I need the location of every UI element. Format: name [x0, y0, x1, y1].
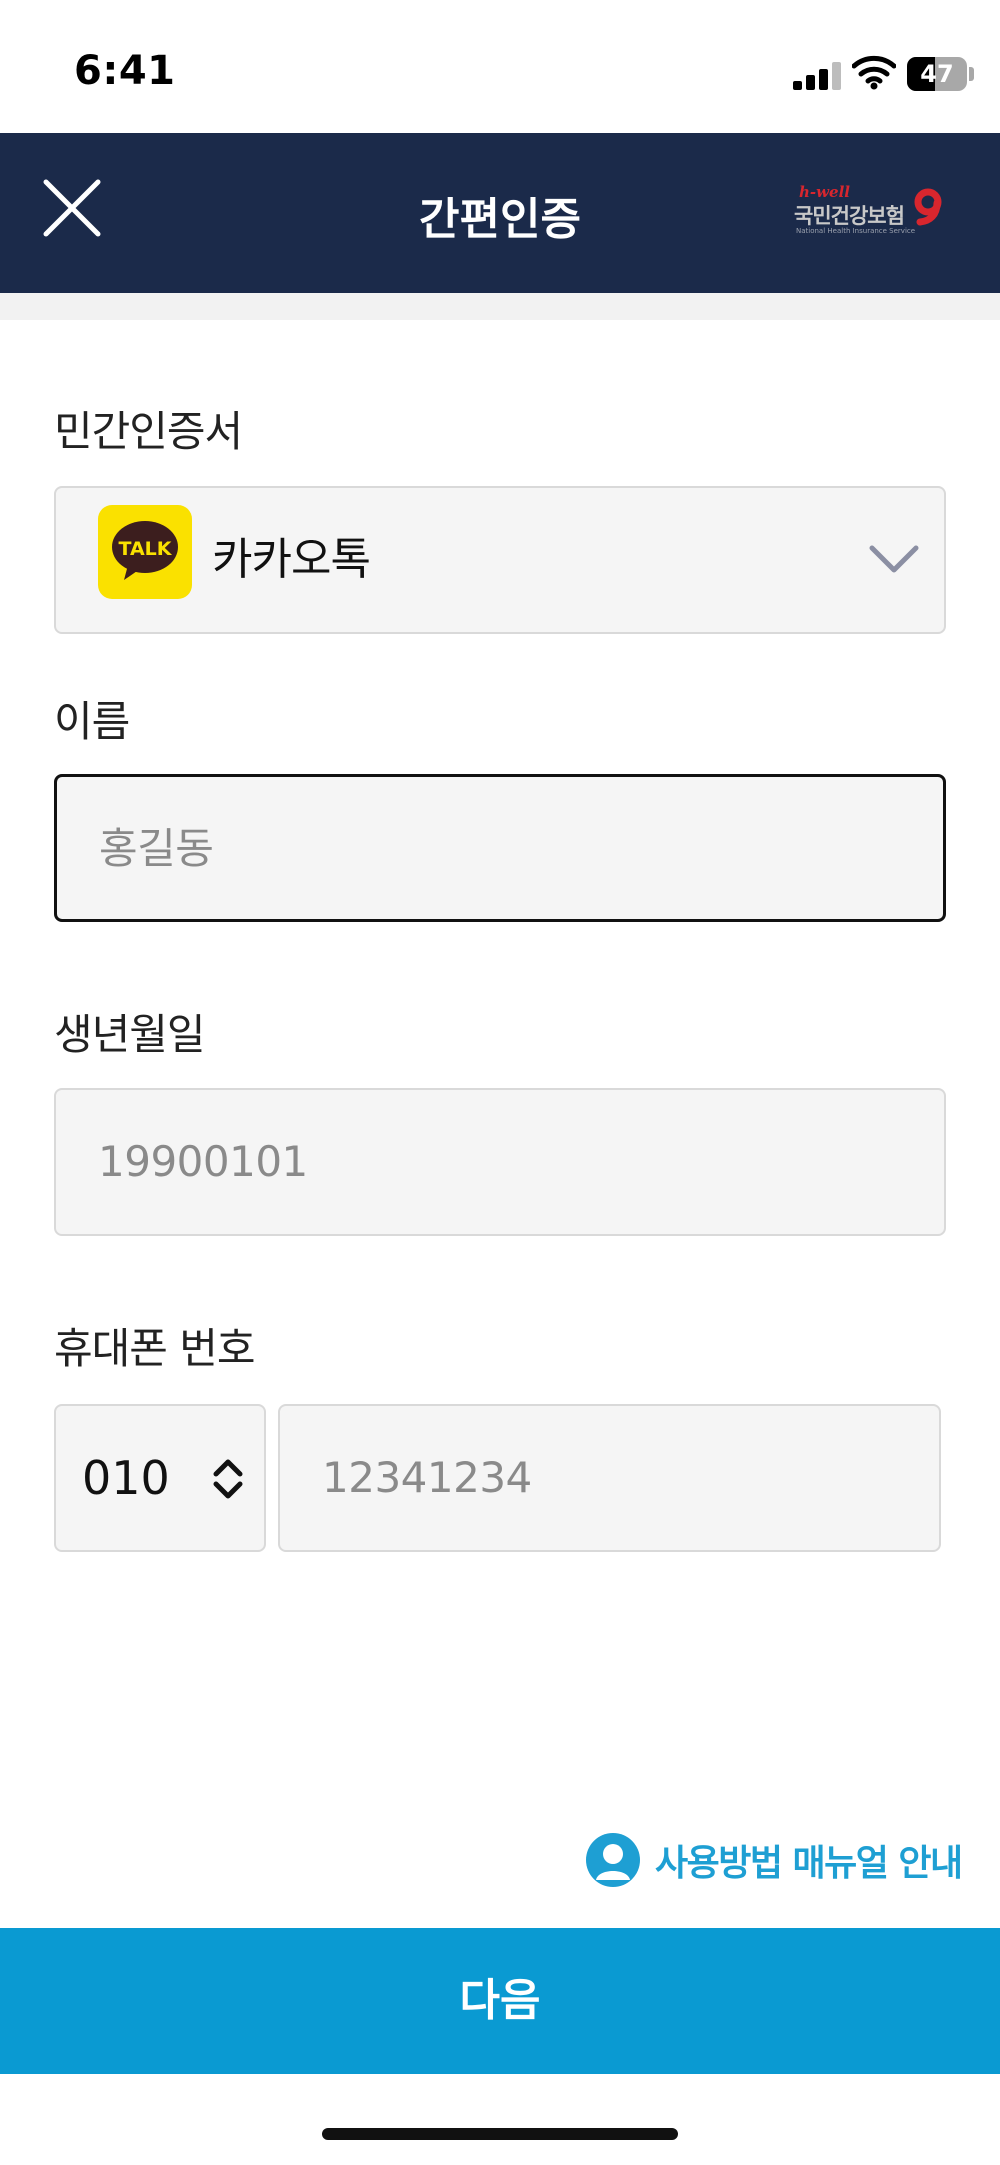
- brand-logo: h-well 국민건강보험 National Health Insurance …: [794, 183, 954, 245]
- kakao-icon-text: TALK: [118, 538, 172, 560]
- header-divider: [0, 293, 1000, 320]
- name-label: 이름: [54, 697, 130, 746]
- battery-level: 47: [920, 60, 954, 88]
- battery-nub: [969, 67, 974, 81]
- wifi-icon: [852, 55, 896, 90]
- user-guide-icon: [586, 1833, 640, 1887]
- signal-icon: [793, 62, 841, 90]
- up-down-chevron-icon: [213, 1459, 243, 1499]
- phone-prefix-value: 010: [82, 1451, 170, 1505]
- phone-number-field[interactable]: 12341234: [278, 1404, 941, 1552]
- status-time: 6:41: [74, 48, 176, 94]
- name-field[interactable]: 홍길동: [54, 774, 946, 922]
- next-button[interactable]: 다음: [0, 1928, 1000, 2074]
- birthdate-field[interactable]: 19900101: [54, 1088, 946, 1236]
- home-indicator[interactable]: [322, 2128, 678, 2140]
- manual-guide-link[interactable]: 사용방법 매뉴얼 안내: [583, 1830, 963, 1890]
- chevron-down-icon: [869, 545, 919, 573]
- certificate-label: 민간인증서: [54, 407, 243, 456]
- phone-label: 휴대폰 번호: [54, 1324, 256, 1373]
- battery-icon: 47: [907, 57, 967, 91]
- certificate-select[interactable]: TALK 카카오톡: [54, 486, 946, 634]
- kakaotalk-icon: TALK: [98, 505, 192, 599]
- nhis-logo-icon: [914, 188, 942, 226]
- manual-guide-text: 사용방법 매뉴얼 안내: [655, 1843, 963, 1884]
- brand-name: 국민건강보험: [794, 204, 905, 228]
- phone-number-placeholder: 12341234: [322, 1453, 532, 1502]
- certificate-selected-value: 카카오톡: [212, 534, 371, 585]
- brand-tagline: h-well: [799, 183, 850, 201]
- birthdate-placeholder: 19900101: [98, 1137, 308, 1186]
- brand-subtitle: National Health Insurance Service: [796, 227, 916, 235]
- name-placeholder: 홍길동: [99, 824, 214, 873]
- phone-prefix-select[interactable]: 010: [54, 1404, 266, 1552]
- birthdate-label: 생년월일: [54, 1010, 206, 1059]
- status-bar: 6:41 47: [0, 0, 1000, 133]
